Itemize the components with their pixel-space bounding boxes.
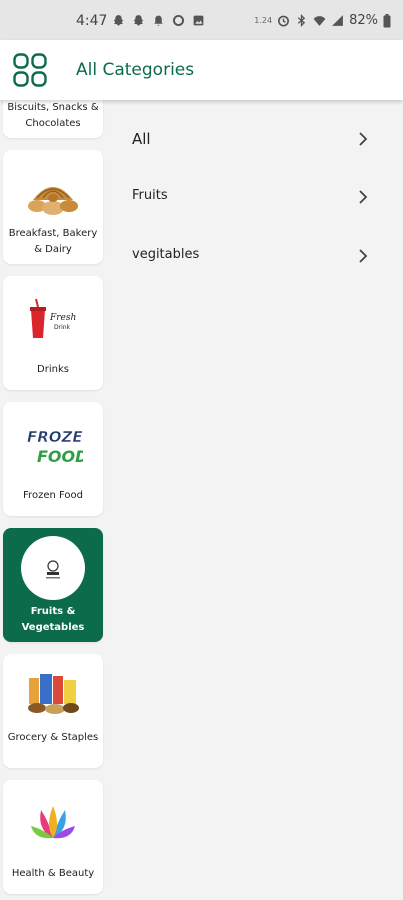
category-label: Fruits & Vegetables bbox=[21, 606, 85, 633]
category-label: Drinks bbox=[37, 364, 69, 375]
subcategory-label: Fruits bbox=[132, 188, 168, 203]
drinks-image: Fresh Drink bbox=[30, 298, 76, 338]
svg-text:FOOD: FOOD bbox=[37, 447, 83, 466]
fruits-vegetables-image bbox=[21, 536, 85, 600]
category-label: Biscuits, Snacks & Chocolates bbox=[7, 102, 99, 129]
status-bar: 4:47 1.24 82% bbox=[0, 0, 403, 40]
subcategory-label: All bbox=[132, 130, 151, 148]
circle-status-icon bbox=[172, 14, 185, 27]
category-label: Frozen Food bbox=[23, 490, 83, 501]
category-label: Breakfast, Bakery & Dairy bbox=[8, 228, 98, 255]
category-biscuits-snacks-chocolates[interactable]: Biscuits, Snacks & Chocolates bbox=[3, 100, 103, 138]
bluetooth-icon bbox=[297, 14, 306, 27]
subcategory-vegitables[interactable]: vegitables bbox=[108, 237, 403, 277]
notification-bell-icon bbox=[154, 15, 163, 27]
bakery-image bbox=[28, 187, 78, 215]
category-label: Health & Beauty bbox=[11, 868, 95, 879]
alarm-icon bbox=[278, 15, 290, 27]
category-sidebar: Biscuits, Snacks & Chocolates Breakfast,… bbox=[0, 100, 108, 900]
svg-text:FROZEN: FROZEN bbox=[27, 428, 83, 446]
app-bar: All Categories bbox=[0, 40, 403, 100]
subcategory-all[interactable]: All bbox=[108, 120, 403, 160]
grocery-image bbox=[28, 674, 79, 714]
subcategory-fruits[interactable]: Fruits bbox=[108, 178, 403, 218]
snapchat-icon bbox=[113, 15, 124, 26]
battery-percent: 82% bbox=[349, 13, 378, 28]
health-beauty-image bbox=[31, 806, 75, 839]
category-drinks[interactable]: Fresh Drink Drinks bbox=[3, 276, 103, 390]
subcategory-list: All Fruits vegitables bbox=[108, 100, 403, 900]
svg-text:Drink: Drink bbox=[54, 324, 71, 331]
chevron-right-icon bbox=[359, 132, 368, 146]
system-icons: 1.24 82% bbox=[254, 13, 391, 28]
grid-icon[interactable] bbox=[12, 52, 48, 88]
page-title: All Categories bbox=[76, 60, 195, 80]
category-health-beauty[interactable]: Health & Beauty bbox=[3, 780, 103, 894]
frozen-food-image: FROZEN FOOD bbox=[27, 428, 83, 466]
notification-icons bbox=[112, 14, 205, 27]
status-time: 4:47 bbox=[76, 13, 108, 29]
category-breakfast-bakery-dairy[interactable]: Breakfast, Bakery & Dairy bbox=[3, 150, 103, 264]
signal-icon bbox=[332, 15, 344, 26]
wifi-icon bbox=[313, 16, 326, 26]
svg-text:Fresh: Fresh bbox=[49, 313, 76, 323]
subcategory-label: vegitables bbox=[132, 247, 200, 262]
chevron-right-icon bbox=[359, 249, 368, 263]
category-label: Grocery & Staples bbox=[7, 732, 99, 743]
image-icon bbox=[193, 15, 204, 26]
category-grocery-staples[interactable]: Grocery & Staples bbox=[3, 654, 103, 768]
category-frozen-food[interactable]: FROZEN FOOD Frozen Food bbox=[3, 402, 103, 516]
battery-icon bbox=[383, 13, 391, 27]
data-speed-text: 1.24 bbox=[254, 16, 273, 25]
snapchat-icon bbox=[133, 15, 144, 26]
chevron-right-icon bbox=[359, 190, 368, 204]
category-fruits-vegetables[interactable]: Fruits & Vegetables bbox=[3, 528, 103, 642]
